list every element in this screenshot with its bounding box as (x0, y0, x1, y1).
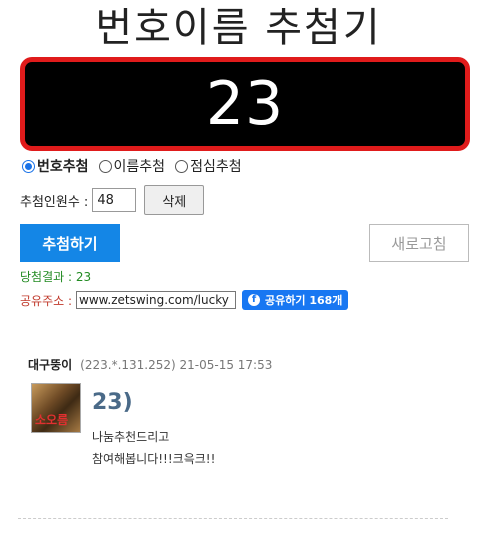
radio-name-draw[interactable]: 이름추첨 (98, 156, 166, 176)
radio-number-draw[interactable]: 번호추첨 (22, 156, 89, 176)
facebook-share-label: 공유하기 168개 (265, 294, 343, 307)
comment-line: 참여해봅니다!!!크윽크!! (92, 452, 216, 466)
radio-lunch-draw[interactable]: 점심추첨 (175, 156, 242, 176)
radio-label: 이름추첨 (113, 159, 166, 175)
share-row: 공유주소 : www.zetswing.com/lucky f 공유하기 168… (20, 290, 349, 310)
radio-icon[interactable] (98, 159, 112, 173)
avatar-text: 소오름 (35, 413, 69, 427)
facebook-share-button[interactable]: f 공유하기 168개 (242, 290, 349, 310)
comment-header: 대구뚱이 (223.*.131.252) 21-05-15 17:53 (28, 356, 272, 373)
avatar: 소오름 (31, 383, 81, 433)
share-label: 공유주소 : (20, 293, 73, 308)
share-url-input[interactable]: www.zetswing.com/lucky (76, 291, 237, 309)
mode-radio-group: 번호추첨 이름추첨 점심추첨 (22, 156, 246, 176)
result-text: 당첨결과 : 23 (20, 270, 92, 284)
comment-number: 23) (92, 390, 133, 415)
comment-author: 대구뚱이 (28, 358, 73, 372)
radio-icon[interactable] (175, 159, 189, 173)
display-number: 23 (205, 69, 285, 139)
radio-label: 점심추첨 (190, 159, 242, 175)
count-input[interactable]: 48 (92, 188, 137, 212)
comment-line: 나눔추천드리고 (92, 430, 170, 444)
facebook-icon: f (248, 294, 261, 306)
refresh-button[interactable]: 새로고침 (369, 224, 469, 262)
count-row: 추첨인원수 : 48 삭제 (20, 185, 205, 215)
comment-meta: (223.*.131.252) 21-05-15 17:53 (80, 357, 273, 372)
page-title: 번호이름 추첨기 (95, 5, 382, 51)
delete-button[interactable]: 삭제 (144, 185, 205, 215)
count-label: 추첨인원수 : (20, 194, 89, 210)
divider (18, 518, 448, 519)
draw-button[interactable]: 추첨하기 (20, 224, 120, 262)
radio-icon[interactable] (22, 159, 35, 173)
comment-body: 나눔추천드리고 참여해봅니다!!!크윽크!! (92, 426, 215, 470)
result-display: 23 (20, 57, 470, 151)
radio-label: 번호추첨 (37, 159, 89, 175)
